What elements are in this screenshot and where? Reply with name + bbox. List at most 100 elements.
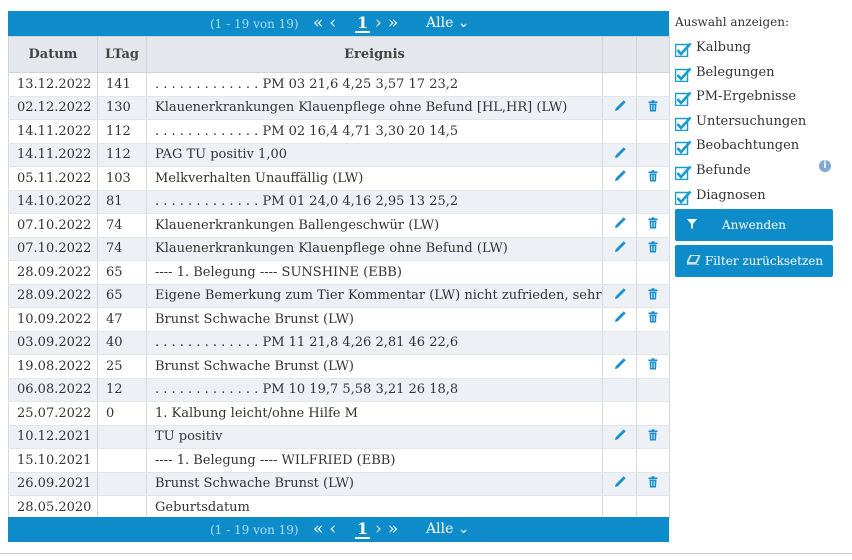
current-page-bottom[interactable]: 1 (355, 520, 371, 539)
last-page-icon[interactable]: » (388, 13, 398, 33)
table-row[interactable]: 26.09.2021 Brunst Schwache Brunst (LW) (8, 472, 670, 496)
column-header-delete (636, 36, 670, 73)
table-row[interactable]: 14.11.2022 112 PAG TU positiv 1,00 (8, 143, 670, 167)
pager-nav-bottom: «‹ (313, 519, 342, 539)
cell-ereignis: Klauenerkrankungen Ballengeschwür (LW) (146, 213, 603, 238)
column-header-ereignis[interactable]: Ereignis (146, 36, 603, 73)
column-header-datum[interactable]: Datum (8, 36, 98, 73)
last-page-icon[interactable]: » (388, 519, 398, 539)
table-row[interactable]: 02.12.2022 130 Klauenerkrankungen Klauenpf… (8, 96, 670, 120)
cell-ltag (97, 495, 147, 520)
cell-delete (636, 331, 670, 355)
cell-delete (636, 260, 670, 285)
column-header-ltag[interactable]: LTag (97, 36, 147, 73)
reset-button-label: Filter zurücksetzen (704, 254, 824, 268)
cell-datum: 06.08.2022 (8, 378, 98, 402)
info-icon[interactable]: i (819, 160, 831, 172)
cell-ereignis: Geburtsdatum (146, 495, 603, 520)
next-page-icon[interactable]: › (375, 13, 382, 33)
delete-trash-icon[interactable] (647, 100, 659, 116)
table-row[interactable]: 25.07.2022 0 1. Kalbung leicht/ohne Hilfe … (8, 401, 670, 426)
next-page-icon[interactable]: › (375, 519, 382, 539)
cell-datum: 15.10.2021 (8, 448, 98, 473)
edit-pencil-icon[interactable] (614, 217, 626, 233)
edit-pencil-icon[interactable] (614, 429, 626, 445)
cell-edit (602, 72, 637, 97)
table-row[interactable]: 06.08.2022 12. . . . . . . . . . . . . PM… (8, 378, 670, 402)
edit-pencil-icon[interactable] (614, 147, 626, 163)
cell-ltag: 112 (97, 143, 147, 167)
checkbox-checked-icon[interactable] (674, 165, 692, 181)
cell-ltag (97, 425, 147, 449)
cell-edit (602, 166, 637, 191)
prev-page-icon[interactable]: ‹ (329, 13, 336, 33)
delete-trash-icon[interactable] (647, 241, 659, 257)
table-row[interactable]: 10.12.2021 TU positiv (8, 425, 670, 449)
per-page-select[interactable]: Alle ⌄ (426, 15, 470, 31)
table-row[interactable]: 07.10.2022 74 Klauenerkrankungen Ballenges… (8, 213, 670, 238)
cell-ltag: 74 (97, 213, 147, 238)
cell-ltag (97, 472, 147, 496)
apply-button-label: Anwenden (721, 218, 786, 232)
cell-delete (636, 472, 670, 496)
table-row[interactable]: 14.11.2022 112. . . . . . . . . . . . . P… (8, 119, 670, 144)
delete-trash-icon[interactable] (647, 429, 659, 445)
first-page-icon[interactable]: « (313, 519, 323, 539)
cell-datum: 14.10.2022 (8, 190, 98, 214)
table-row[interactable]: 19.08.2022 25 Brunst Schwache Brunst (LW) (8, 354, 670, 379)
edit-pencil-icon[interactable] (614, 170, 626, 186)
cell-edit (602, 96, 637, 120)
table-row[interactable]: 05.11.2022 103 Melkverhalten Unauffällig (… (8, 166, 670, 191)
delete-trash-icon[interactable] (647, 288, 659, 304)
cell-ltag: 65 (97, 260, 147, 285)
checkbox-checked-icon[interactable] (674, 190, 692, 205)
per-page-select-bottom[interactable]: Alle ⌄ (426, 521, 470, 537)
edit-pencil-icon[interactable] (614, 288, 626, 304)
cell-edit (602, 378, 637, 402)
cell-delete (636, 190, 670, 214)
prev-page-icon[interactable]: ‹ (329, 519, 336, 539)
cell-delete (636, 401, 670, 426)
table-row[interactable]: 28.09.2022 65 Eigene Bemerkung zum Tier Ko… (8, 284, 670, 308)
first-page-icon[interactable]: « (313, 13, 323, 33)
cell-ltag: 141 (97, 72, 147, 97)
current-page[interactable]: 1 (355, 14, 371, 33)
checkbox-checked-icon[interactable] (674, 42, 692, 58)
cell-ltag: 103 (97, 166, 147, 191)
table-row[interactable]: 15.10.2021 ---- 1. Belegung ---- WILFRIED… (8, 448, 670, 473)
table-row[interactable]: 10.09.2022 47 Brunst Schwache Brunst (LW) (8, 307, 670, 332)
delete-trash-icon[interactable] (647, 217, 659, 233)
apply-button[interactable]: Anwenden (675, 209, 833, 241)
table-row[interactable]: 14.10.2022 81. . . . . . . . . . . . . PM… (8, 190, 670, 214)
cell-ltag: 47 (97, 307, 147, 332)
cell-ereignis: Eigene Bemerkung zum Tier Kommentar (LW)… (146, 284, 603, 308)
edit-pencil-icon[interactable] (614, 476, 626, 492)
delete-trash-icon[interactable] (647, 170, 659, 186)
edit-pencil-icon[interactable] (614, 241, 626, 257)
reset-filter-button[interactable]: Filter zurücksetzen (675, 245, 833, 277)
delete-trash-icon[interactable] (647, 476, 659, 492)
table-row[interactable]: 28.09.2022 65 ---- 1. Belegung ---- SUNSHI… (8, 260, 670, 285)
table-row[interactable]: 07.10.2022 74 Klauenerkrankungen Klauenpfl… (8, 237, 670, 261)
delete-trash-icon[interactable] (647, 358, 659, 374)
checkbox-checked-icon[interactable] (674, 91, 692, 107)
cell-ereignis: Brunst Schwache Brunst (LW) (146, 472, 603, 496)
cell-ereignis: Klauenerkrankungen Klauenpflege ohne Bef… (146, 237, 603, 261)
filter-label: PM-Ergebnisse (696, 89, 797, 105)
edit-pencil-icon[interactable] (614, 100, 626, 116)
checkbox-checked-icon[interactable] (674, 116, 692, 132)
delete-trash-icon[interactable] (647, 311, 659, 327)
checkbox-checked-icon[interactable] (674, 67, 692, 82)
table-row[interactable]: 13.12.2022 141. . . . . . . . . . . . . P… (8, 72, 670, 97)
edit-pencil-icon[interactable] (614, 311, 626, 327)
cell-edit (602, 284, 637, 308)
cell-datum: 26.09.2021 (8, 472, 98, 496)
cell-datum: 10.12.2021 (8, 425, 98, 449)
cell-edit (602, 190, 637, 214)
checkbox-checked-icon[interactable] (674, 140, 692, 156)
table-row[interactable]: 28.05.2020 Geburtsdatum (8, 495, 670, 520)
table-row[interactable]: 03.09.2022 40. . . . . . . . . . . . . PM… (8, 331, 670, 355)
cell-datum: 28.09.2022 (8, 284, 98, 308)
edit-pencil-icon[interactable] (614, 358, 626, 374)
cell-delete (636, 448, 670, 473)
